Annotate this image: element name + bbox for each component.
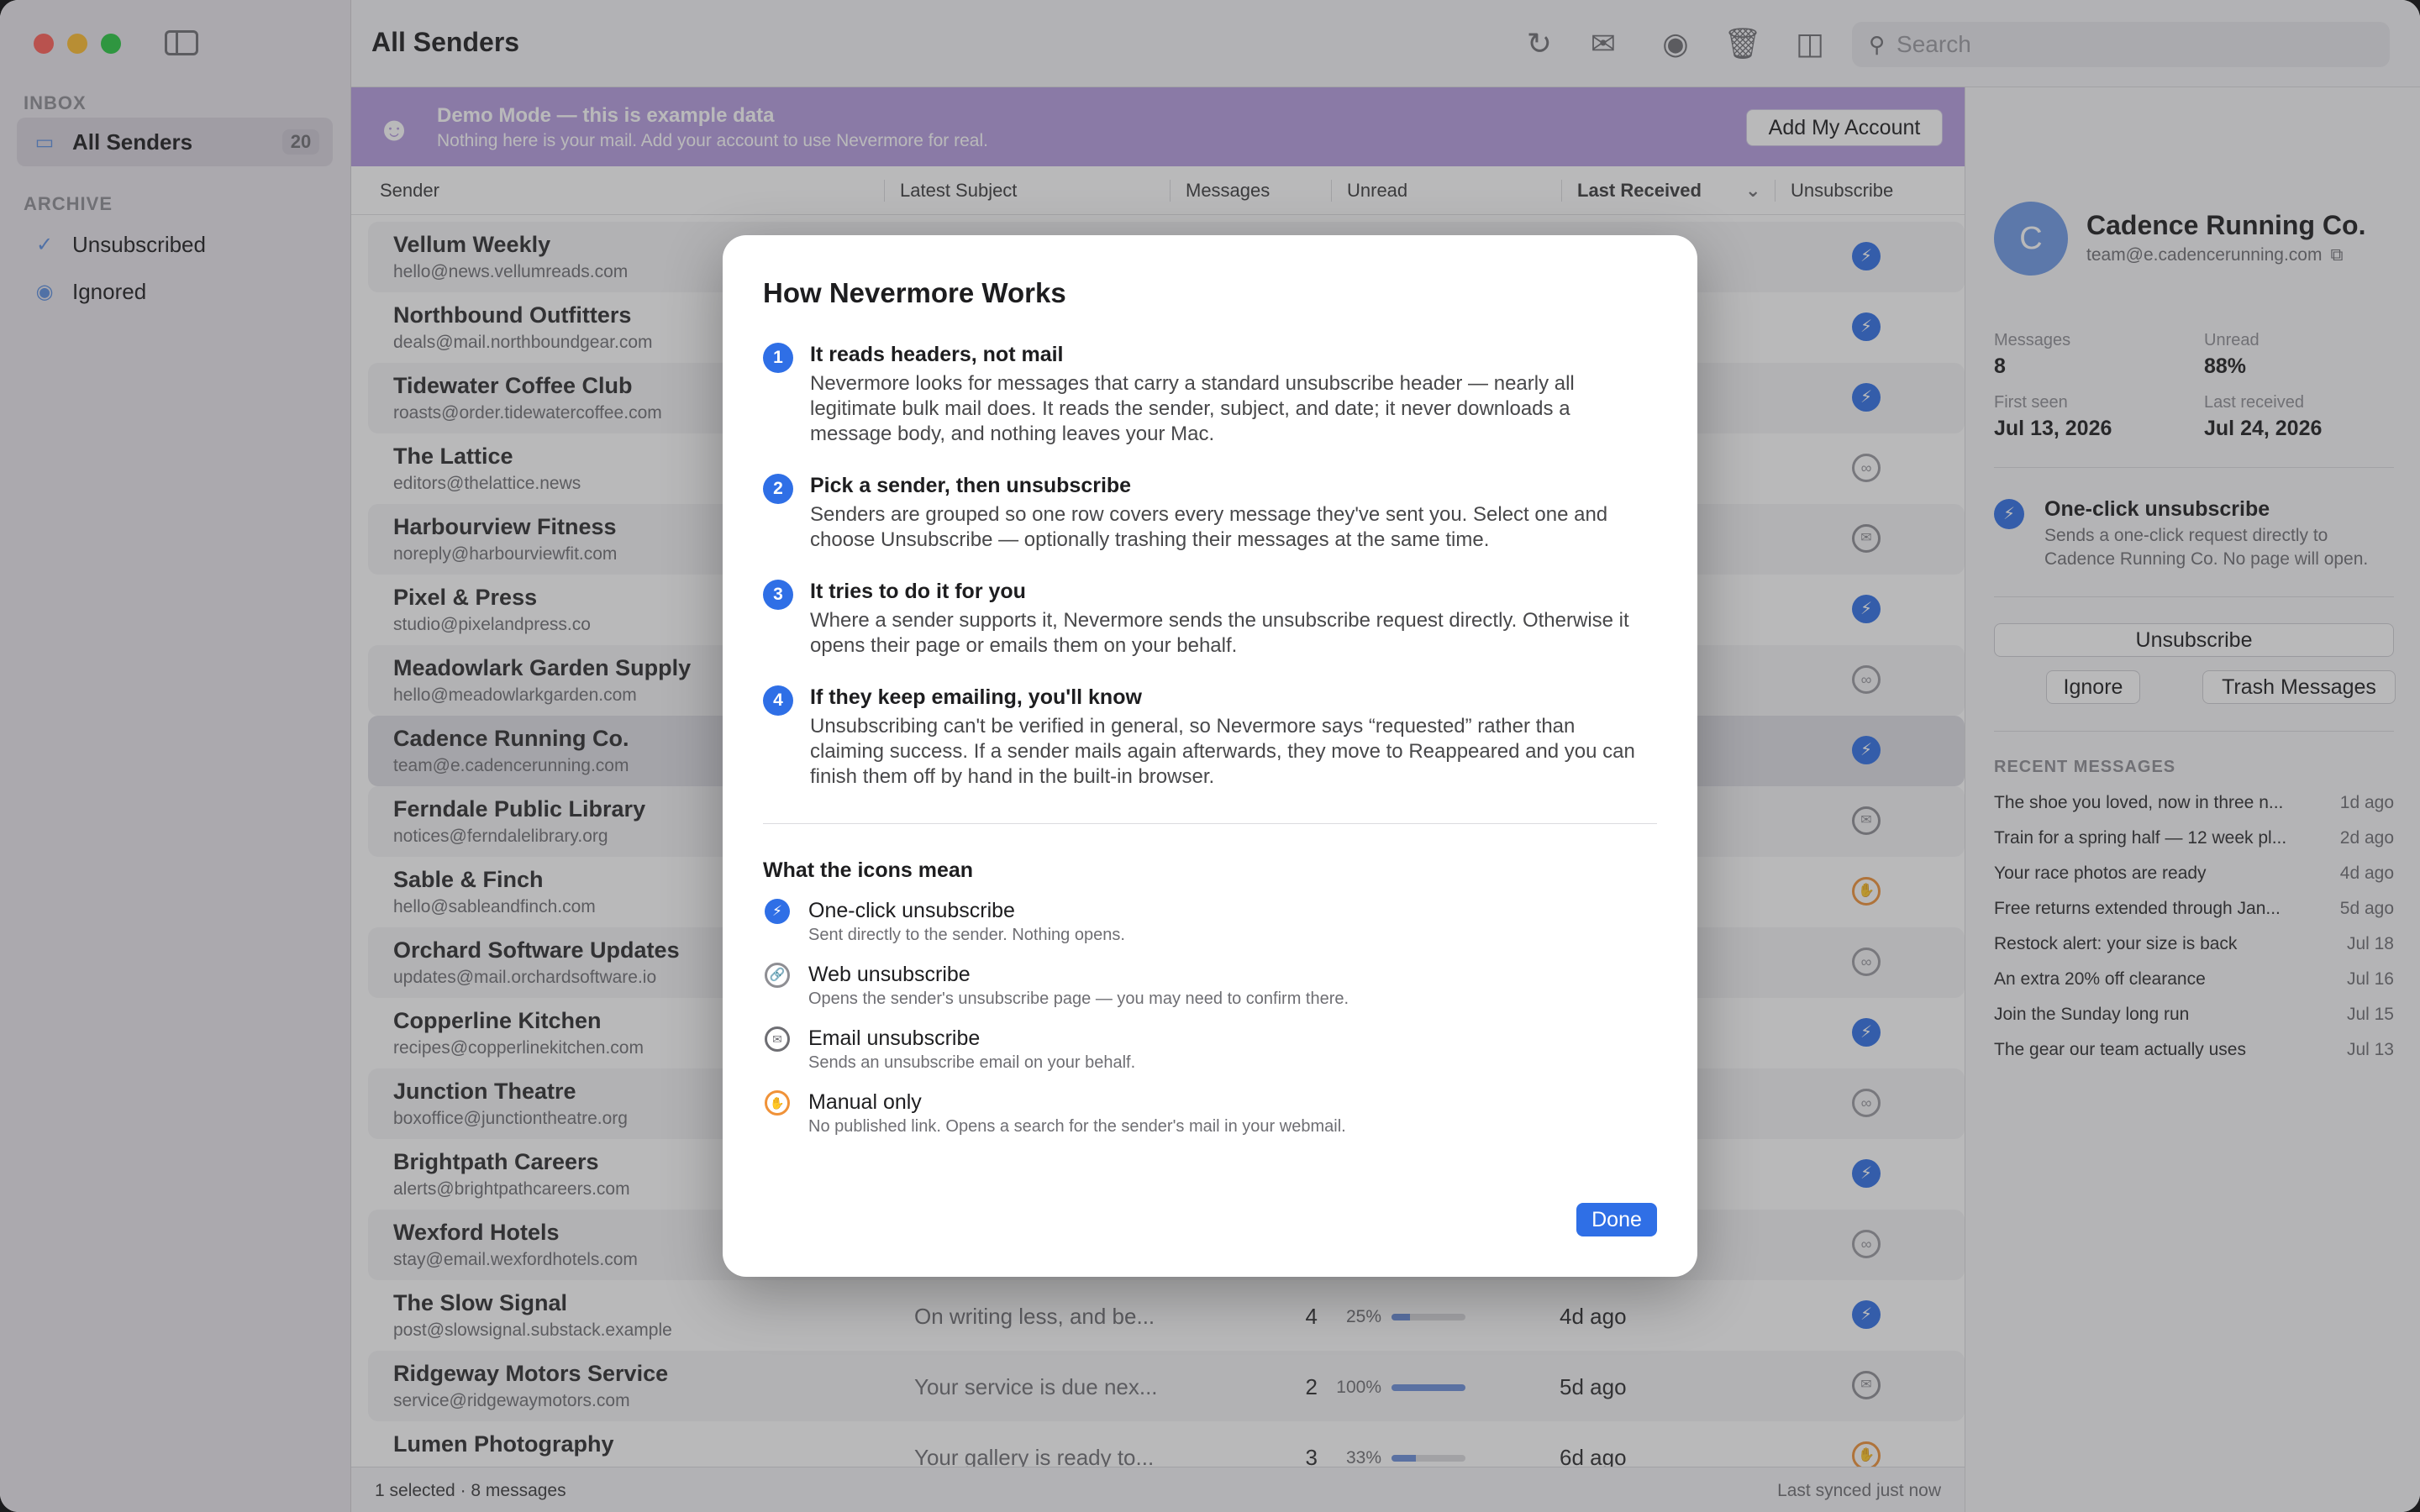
step-title: Pick a sender, then unsubscribe <box>810 474 1132 497</box>
step-number-badge: 3 <box>763 580 793 610</box>
app-window: INBOX ▭ All Senders 20 ARCHIVE ✓ Unsubsc… <box>0 0 2420 1512</box>
step-number-badge: 4 <box>763 685 793 716</box>
step-body: Senders are grouped so one row covers ev… <box>810 503 1608 551</box>
dialog-title: How Nevermore Works <box>763 277 1066 308</box>
legend-description: Opens the sender's unsubscribe page — yo… <box>808 990 1349 1008</box>
legend-description: Sends an unsubscribe email on your behal… <box>808 1053 1136 1072</box>
step-title: It reads headers, not mail <box>810 343 1064 366</box>
step-title: It tries to do it for you <box>810 580 1026 603</box>
step-number-badge: 2 <box>763 474 793 504</box>
icons-legend-header: What the icons mean <box>763 858 974 882</box>
step-body: Unsubscribing can't be verified in gener… <box>810 715 1635 788</box>
hand-icon: ✋ <box>765 1090 790 1116</box>
link-icon: 🔗 <box>765 963 790 988</box>
envelope-icon: ✉ <box>765 1026 790 1052</box>
dialog-divider <box>763 823 1657 824</box>
step-body: Where a sender supports it, Nevermore se… <box>810 609 1629 657</box>
legend-description: No published link. Opens a search for th… <box>808 1117 1346 1136</box>
legend-title: Email unsubscribe <box>808 1026 981 1050</box>
legend-title: Web unsubscribe <box>808 963 971 986</box>
legend-title: Manual only <box>808 1090 922 1114</box>
legend-description: Sent directly to the sender. Nothing ope… <box>808 926 1125 944</box>
legend-title: One-click unsubscribe <box>808 899 1015 922</box>
bolt-icon: ⚡ <box>765 899 790 924</box>
step-number-badge: 1 <box>763 343 793 373</box>
how-it-works-dialog: How Nevermore Works 1 It reads headers, … <box>723 235 1697 1277</box>
step-body: Nevermore looks for messages that carry … <box>810 372 1575 445</box>
done-button[interactable]: Done <box>1576 1203 1657 1236</box>
step-title: If they keep emailing, you'll know <box>810 685 1142 709</box>
